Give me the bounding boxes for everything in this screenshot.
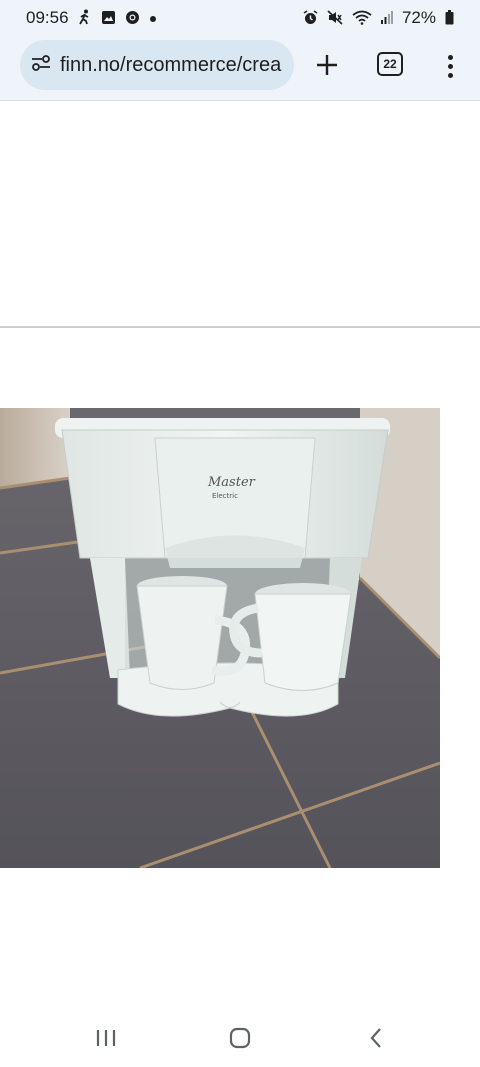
android-nav-bar	[0, 1006, 480, 1067]
plus-icon	[317, 55, 337, 75]
dot-icon	[149, 11, 157, 25]
content-divider	[0, 326, 480, 328]
address-bar[interactable]: finn.no/recommerce/crea	[20, 40, 294, 90]
status-left: 09:56	[26, 8, 157, 28]
status-bar: 09:56 72%	[0, 0, 480, 36]
battery-icon	[445, 9, 454, 27]
alarm-icon	[303, 9, 318, 27]
menu-dot	[447, 72, 453, 78]
menu-dot	[447, 54, 453, 60]
more-menu-button[interactable]	[440, 48, 460, 84]
mute-icon	[327, 9, 343, 27]
brand-sublabel: Electric	[212, 492, 238, 500]
home-icon	[229, 1027, 251, 1049]
back-button[interactable]	[362, 1020, 390, 1056]
url-text[interactable]: finn.no/recommerce/crea	[60, 54, 281, 77]
browser-toolbar: finn.no/recommerce/crea 22	[0, 36, 480, 101]
coffee-maker-image: Master Electric	[0, 408, 440, 868]
status-right: 72%	[303, 8, 454, 28]
listing-photo[interactable]: Master Electric	[0, 408, 440, 868]
recent-apps-button[interactable]	[92, 1020, 120, 1056]
chrome-icon	[125, 10, 140, 27]
back-icon	[370, 1028, 381, 1048]
signal-icon	[380, 10, 393, 26]
home-button[interactable]	[226, 1020, 254, 1056]
tab-switcher-button[interactable]: 22	[376, 50, 404, 78]
menu-dot	[447, 63, 453, 69]
wifi-icon	[352, 10, 372, 27]
new-tab-button[interactable]	[310, 44, 344, 86]
tab-count: 22	[377, 52, 403, 76]
battery-percent: 72%	[401, 8, 436, 27]
status-time: 09:56	[26, 8, 69, 27]
recent-apps-icon	[96, 1030, 116, 1046]
site-settings-icon[interactable]	[30, 54, 52, 77]
brand-label: Master	[207, 475, 256, 490]
gallery-icon	[101, 10, 116, 27]
walking-icon	[78, 9, 92, 27]
